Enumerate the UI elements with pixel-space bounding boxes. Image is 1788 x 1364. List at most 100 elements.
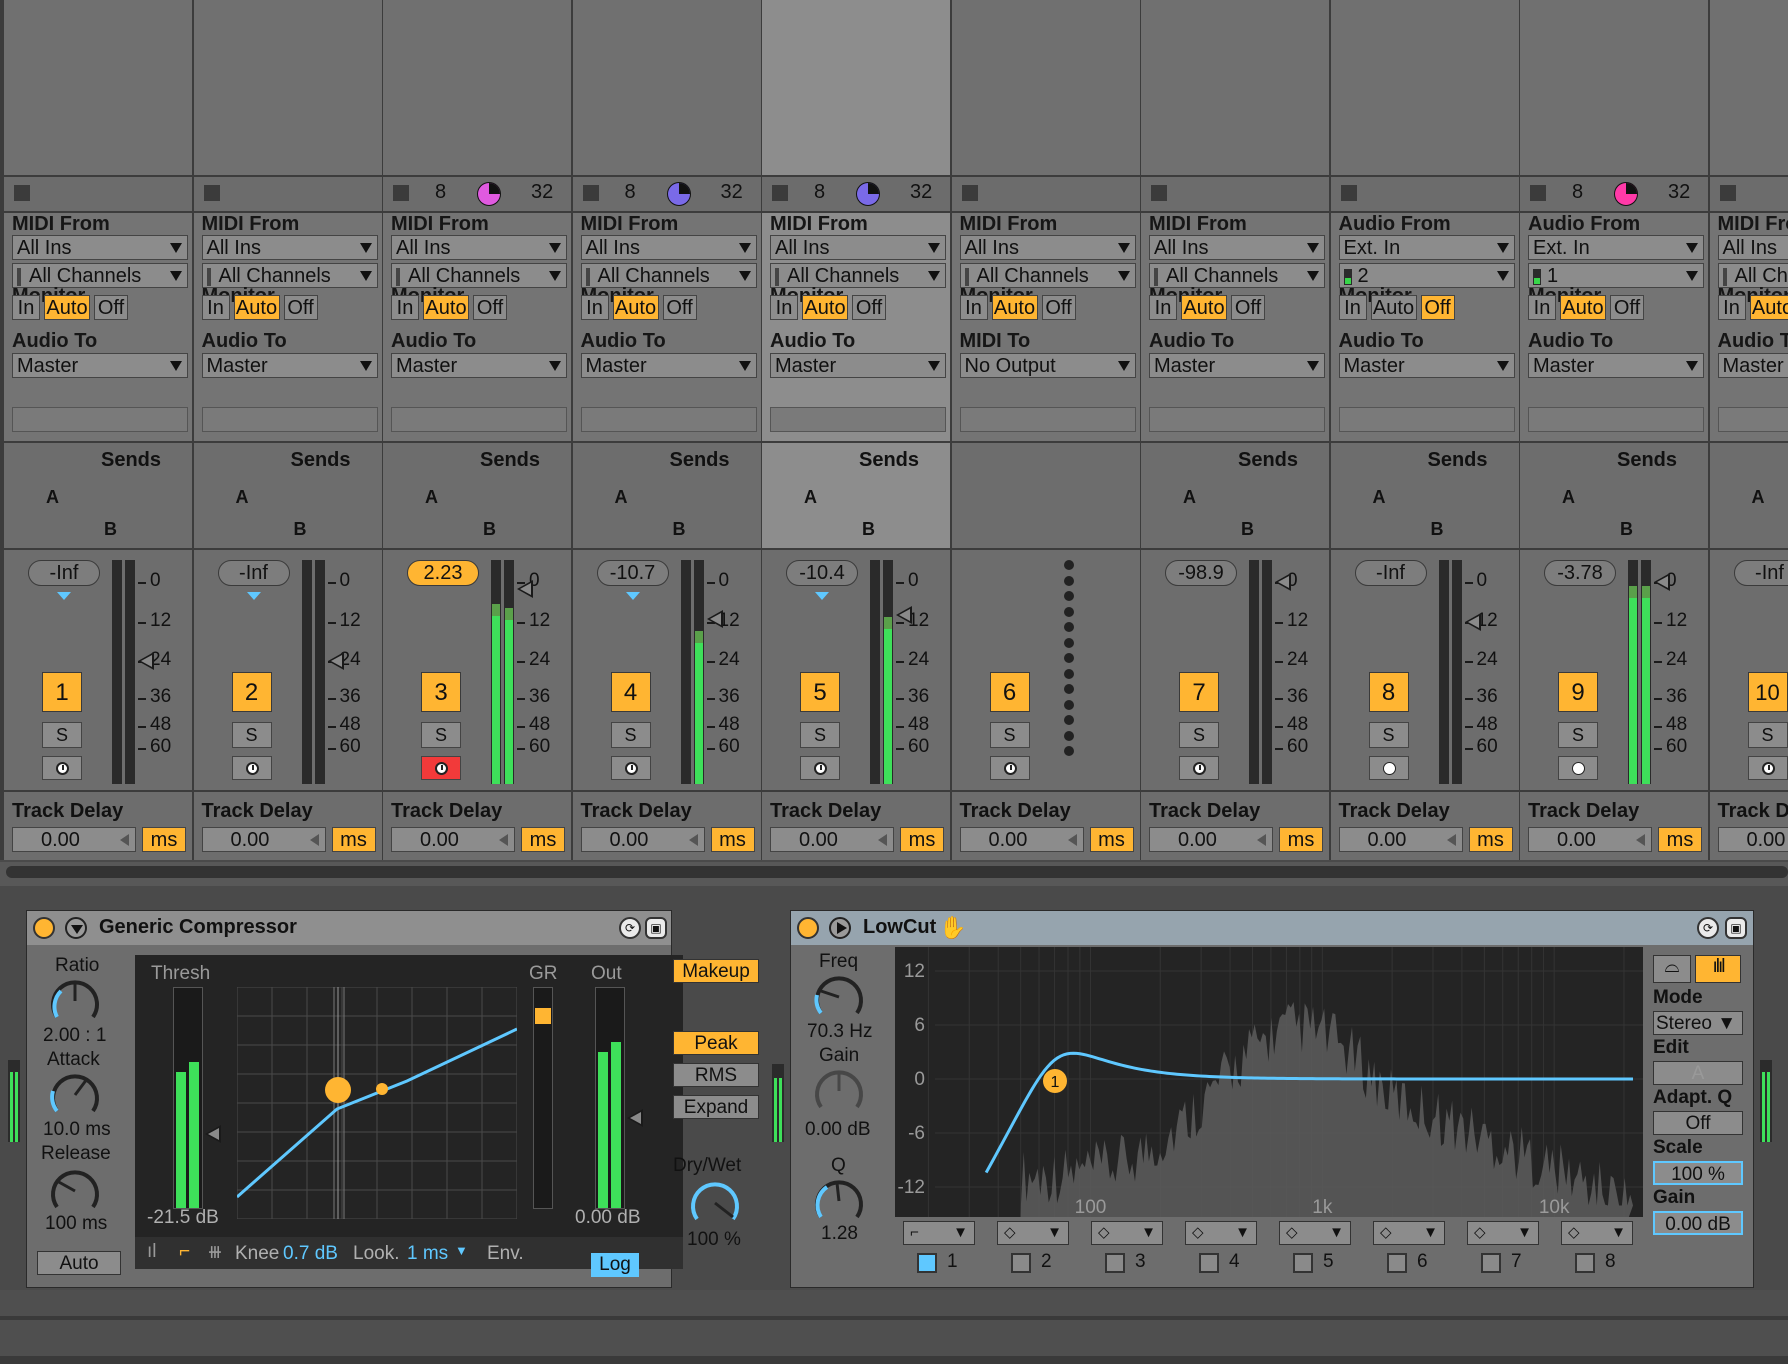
eq-save-icon[interactable]: ▣ [1725,917,1747,939]
clip-stop-button[interactable] [1719,185,1736,201]
solo-button[interactable]: S [42,722,82,748]
drywet-knob[interactable] [687,1179,743,1229]
ratio-knob[interactable] [47,977,103,1027]
output-gain-field[interactable]: 0.00 dB [1653,1211,1743,1235]
monitor-off-button[interactable]: Off [473,295,507,320]
thresh-meter[interactable] [173,987,203,1209]
compressor-power-button[interactable] [33,917,55,939]
monitor-off-button[interactable]: Off [1231,295,1265,320]
compression-curve[interactable] [237,987,517,1219]
output-dropdown[interactable]: Master [580,353,757,378]
monitor-auto-button[interactable]: Auto [991,295,1038,320]
monitor-auto-button[interactable]: Auto [1560,295,1606,320]
scale-field[interactable]: 100 % [1653,1161,1743,1185]
clip-slot-area[interactable] [951,0,1140,177]
monitor-in-button[interactable]: In [1717,295,1746,320]
scrollbar-thumb[interactable] [6,866,1788,878]
arm-button[interactable] [989,756,1030,780]
output-dropdown[interactable]: Master [1149,353,1325,378]
monitor-auto-button[interactable]: Auto [612,295,659,320]
monitor-auto-button[interactable]: Auto [44,295,90,320]
volume-field[interactable]: 2.23 [407,560,479,586]
look-value[interactable]: 1 ms [407,1243,448,1265]
eq-band-5-filter-dropdown[interactable]: ◇ ▼ [1279,1221,1351,1245]
volume-fader-handle[interactable] [896,606,912,625]
volume-field[interactable]: -98.9 [1165,560,1237,586]
clip-stop-button[interactable] [203,185,220,201]
threshold-handle[interactable] [325,1077,351,1103]
eq-band-8-filter-dropdown[interactable]: ◇ ▼ [1561,1221,1633,1245]
clip-stop-button[interactable] [14,185,30,201]
freq-knob[interactable] [811,973,867,1023]
eq-band-4-checkbox[interactable] [1199,1253,1219,1273]
track-delay-unit-button[interactable]: ms [1279,827,1323,852]
track-delay-unit-button[interactable]: ms [710,827,755,852]
output-dropdown[interactable]: Master [391,353,567,378]
arm-button[interactable] [231,756,272,780]
output-channel-field[interactable] [201,407,378,432]
volume-fader-handle[interactable] [1654,573,1670,591]
output-dropdown[interactable]: Master [12,353,188,378]
clip-stop-button[interactable] [1530,185,1546,201]
eq-spectrum-toggle-button[interactable]: ılıl [1695,955,1741,983]
volume-field[interactable]: -10.4 [786,560,858,586]
edit-a-button[interactable]: A [1653,1061,1743,1085]
track-activator-button[interactable]: 1 [42,672,82,712]
monitor-off-button[interactable]: Off [1420,295,1455,320]
out-gain-slider[interactable] [627,1109,643,1127]
arm-button[interactable] [1558,756,1598,780]
track-delay-field[interactable]: 0.00 [580,827,705,852]
track-delay-field[interactable]: 0.00 [391,827,515,852]
solo-button[interactable]: S [1558,722,1598,748]
eq-band-2-filter-dropdown[interactable]: ◇ ▼ [997,1221,1069,1245]
eq-hot-swap-icon[interactable]: ⟳ [1697,917,1719,939]
solo-button[interactable]: S [800,722,840,748]
output-channel-field[interactable] [1717,407,1788,432]
gain-knob[interactable] [811,1067,867,1117]
monitor-auto-button[interactable]: Auto [802,295,848,320]
solo-button[interactable]: S [421,722,461,748]
track-delay-unit-button[interactable]: ms [900,827,944,852]
input-source-dropdown[interactable]: Ext. In [1338,235,1515,260]
volume-field[interactable]: -10.7 [596,560,669,586]
volume-field[interactable]: -Inf [28,560,100,586]
track-delay-field[interactable]: 0.00 [770,827,894,852]
clip-slot-area[interactable] [762,0,950,177]
input-source-dropdown[interactable]: All Ins [1149,235,1325,260]
monitor-off-button[interactable]: Off [1041,295,1076,320]
arm-button[interactable] [1368,756,1409,780]
track-activator-button[interactable]: 3 [421,672,461,712]
monitor-auto-button[interactable]: Auto [1181,295,1227,320]
eq-band-7-filter-dropdown[interactable]: ◇ ▼ [1467,1221,1539,1245]
monitor-in-button[interactable]: In [391,295,419,320]
volume-field[interactable]: -3.78 [1544,560,1616,586]
eq-band-2-checkbox[interactable] [1011,1253,1031,1273]
volume-fader-handle[interactable] [138,652,154,670]
output-channel-field[interactable] [959,407,1136,432]
volume-fader-handle[interactable] [327,652,344,670]
mode-dropdown[interactable]: Stereo ▼ [1653,1011,1743,1035]
expand-button[interactable]: Expand [673,1095,759,1119]
track-delay-field[interactable]: 0.00 [959,827,1084,852]
mixer-scrollbar[interactable] [0,862,1788,886]
monitor-off-button[interactable]: Off [852,295,886,320]
clip-slot-area[interactable] [383,0,571,177]
monitor-auto-button[interactable]: Auto [423,295,469,320]
track-delay-unit-button[interactable]: ms [1468,827,1513,852]
volume-fader-handle[interactable] [1464,613,1481,631]
volume-field[interactable]: -Inf [217,560,290,586]
makeup-button[interactable]: Makeup [673,959,759,983]
clip-slot-area[interactable] [1709,0,1788,177]
clip-slot-area[interactable] [1141,0,1329,177]
eq-band-3-checkbox[interactable] [1105,1253,1125,1273]
solo-button[interactable]: S [231,722,272,748]
graph-view-icon[interactable]: ıl [147,1241,157,1263]
monitor-in-button[interactable]: In [580,295,609,320]
output-channel-field[interactable] [1338,407,1515,432]
arm-button[interactable] [1179,756,1219,780]
solo-button[interactable]: S [1368,722,1409,748]
arm-button[interactable] [42,756,82,780]
track-delay-field[interactable]: 0.00 [1717,827,1788,852]
monitor-auto-button[interactable]: Auto [233,295,280,320]
monitor-off-button[interactable]: Off [283,295,318,320]
